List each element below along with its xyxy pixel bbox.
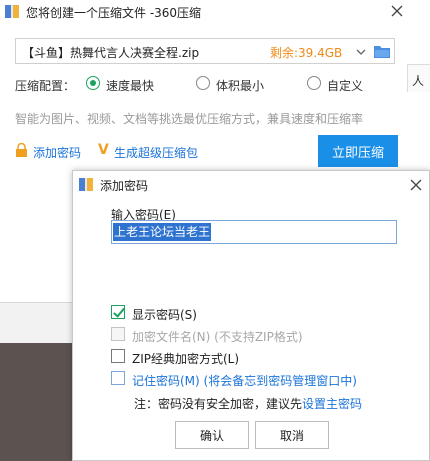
background-panel — [0, 179, 72, 302]
compress-dialog: 您将创建一个压缩文件 -360压缩 【斗鱼】热舞代言人决赛全程.zip 剩余:3… — [0, 0, 430, 179]
lock-icon — [16, 143, 27, 157]
archive-path-field[interactable]: 【斗鱼】热舞代言人决赛全程.zip 剩余:39.4GB — [15, 38, 395, 64]
close-icon[interactable] — [388, 2, 406, 20]
compress-config-label: 压缩配置： — [15, 79, 76, 93]
checkbox-indicator — [111, 327, 125, 341]
password-input[interactable]: 上老王论坛当老王 — [111, 220, 397, 244]
remember-password-label: 记住密码(M) (将会备忘到密码管理窗口中) — [132, 374, 357, 388]
checkbox-indicator — [111, 371, 125, 385]
remaining-space-label: 剩余:39.4GB — [270, 46, 343, 60]
compress-dialog-title: 您将创建一个压缩文件 -360压缩 — [26, 6, 202, 20]
show-password-label: 显示密码(S) — [132, 308, 197, 322]
add-password-dialog: 添加密码 输入密码(E) 上老王论坛当老王 显示密码(S) 加密文件名(N) (… — [72, 170, 430, 461]
v-badge-icon: V — [98, 142, 109, 158]
encrypt-filename-label: 加密文件名(N) (不支持ZIP格式) — [132, 330, 303, 344]
radio-smallest-label: 体积最小 — [216, 79, 265, 93]
archive-app-icon — [5, 5, 19, 18]
checkbox-indicator — [111, 305, 125, 319]
compress-hint-text: 智能为图片、视频、文档等挑选最优压缩方式，兼具速度和压缩率 — [15, 112, 364, 126]
background-window-text: 人 — [412, 74, 425, 88]
compress-dialog-titlebar[interactable]: 您将创建一个压缩文件 -360压缩 — [0, 0, 410, 24]
close-icon[interactable] — [407, 176, 425, 194]
background-panel-light — [0, 303, 72, 343]
radio-indicator — [307, 76, 321, 90]
security-note: 注：密码没有安全加密，建议先设置主密码 — [134, 395, 362, 412]
cancel-button[interactable]: 取消 — [255, 421, 329, 449]
radio-custom-label: 自定义 — [327, 79, 364, 93]
chevron-down-icon[interactable] — [356, 45, 366, 59]
background-image-area — [0, 343, 72, 461]
password-dialog-titlebar[interactable]: 添加密码 — [73, 171, 429, 197]
zip-classic-encryption-label: ZIP经典加密方式(L) — [132, 352, 240, 366]
archive-app-icon — [79, 178, 93, 191]
checkbox-indicator — [111, 349, 125, 363]
password-value: 上老王论坛当老王 — [113, 223, 212, 241]
security-note-text: 注：密码没有安全加密，建议先 — [134, 397, 303, 411]
radio-indicator — [196, 76, 210, 90]
archive-file-name[interactable]: 【斗鱼】热舞代言人决赛全程.zip — [22, 44, 199, 61]
radio-fastest-label: 速度最快 — [106, 79, 155, 93]
password-dialog-title: 添加密码 — [100, 179, 149, 193]
super-package-link-label: 生成超级压缩包 — [114, 146, 199, 160]
radio-indicator — [86, 76, 100, 90]
confirm-button[interactable]: 确认 — [175, 421, 249, 449]
folder-icon[interactable] — [374, 44, 390, 58]
compress-now-button[interactable]: 立即压缩 — [318, 135, 398, 167]
add-password-link-label: 添加密码 — [33, 146, 82, 160]
set-master-password-link[interactable]: 设置主密码 — [302, 397, 362, 411]
